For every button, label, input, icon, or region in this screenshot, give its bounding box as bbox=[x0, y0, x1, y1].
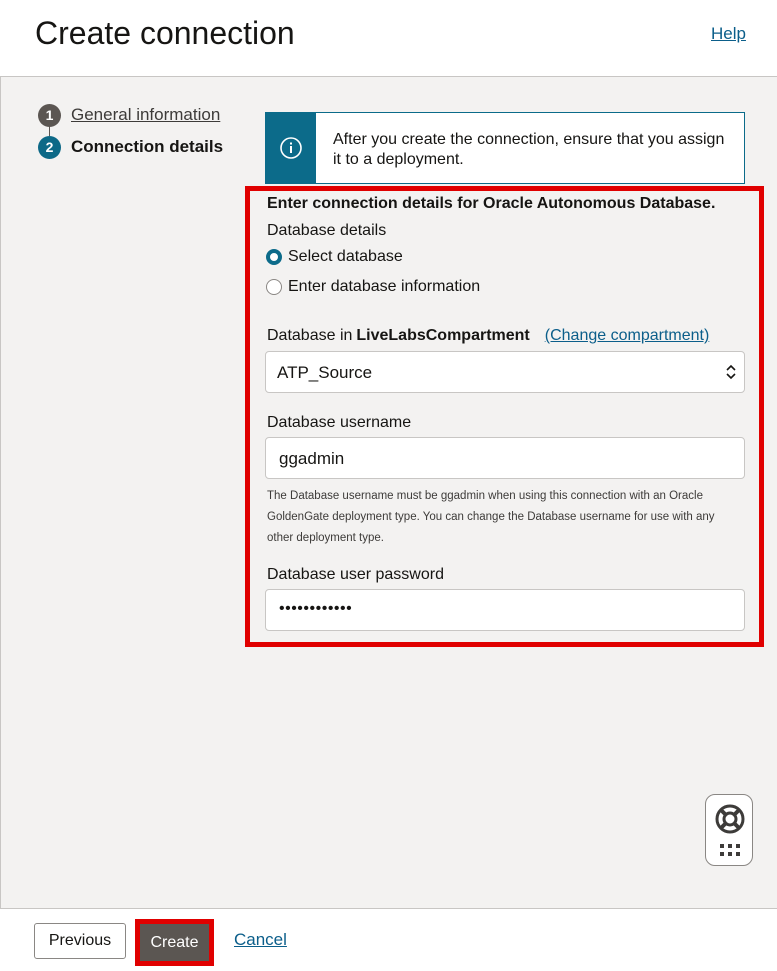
radio-checked-icon[interactable] bbox=[266, 249, 282, 265]
help-link[interactable]: Help bbox=[711, 24, 746, 44]
database-select-value: ATP_Source bbox=[277, 363, 373, 382]
info-icon bbox=[266, 113, 316, 183]
help-widget[interactable] bbox=[705, 794, 753, 866]
database-select[interactable]: ATP_Source bbox=[265, 351, 745, 393]
username-hint: The Database username must be ggadmin wh… bbox=[267, 490, 715, 544]
lifebuoy-icon bbox=[715, 804, 745, 856]
info-banner: After you create the connection, ensure … bbox=[265, 112, 745, 184]
radio-enter-database-information[interactable]: Enter database information bbox=[266, 277, 480, 297]
panel-footer: Previous Create Cancel bbox=[0, 908, 777, 971]
radio-select-database[interactable]: Select database bbox=[266, 247, 403, 267]
step-connection-details: 2 Connection details bbox=[38, 135, 223, 159]
username-label: Database username bbox=[267, 414, 412, 431]
change-compartment-link[interactable]: (Change compartment) bbox=[545, 327, 710, 345]
previous-button[interactable]: Previous bbox=[34, 923, 126, 959]
compartment-name: LiveLabsCompartment bbox=[356, 327, 530, 344]
section-title: Enter connection details for Oracle Auto… bbox=[267, 195, 716, 212]
radio-label: Select database bbox=[288, 248, 403, 265]
panel-border bbox=[0, 0, 1, 970]
radio-label: Enter database information bbox=[288, 278, 481, 295]
cancel-link[interactable]: Cancel bbox=[234, 930, 287, 950]
banner-text: After you create the connection, ensure … bbox=[333, 131, 725, 168]
compartment-prefix: Database in bbox=[267, 327, 353, 344]
compartment-row: Database in LiveLabsCompartment (Change … bbox=[267, 327, 709, 345]
panel-header: Create connection Help bbox=[0, 0, 777, 77]
create-button[interactable]: Create bbox=[140, 924, 209, 961]
page-title: Create connection bbox=[35, 15, 295, 51]
password-value: •••••••••••• bbox=[279, 600, 353, 617]
step-label[interactable]: General information bbox=[71, 105, 220, 125]
password-input[interactable]: •••••••••••• bbox=[265, 589, 745, 631]
select-arrows-icon bbox=[726, 364, 736, 380]
username-value: ggadmin bbox=[279, 449, 345, 468]
radio-unchecked-icon[interactable] bbox=[266, 279, 282, 295]
step-general-information[interactable]: 1 General information bbox=[38, 103, 220, 127]
step-number: 1 bbox=[38, 103, 61, 127]
username-input[interactable]: ggadmin bbox=[265, 437, 745, 479]
password-label: Database user password bbox=[267, 566, 444, 583]
database-details-label: Database details bbox=[267, 222, 387, 239]
step-label: Connection details bbox=[71, 137, 224, 156]
step-number: 2 bbox=[38, 135, 61, 159]
